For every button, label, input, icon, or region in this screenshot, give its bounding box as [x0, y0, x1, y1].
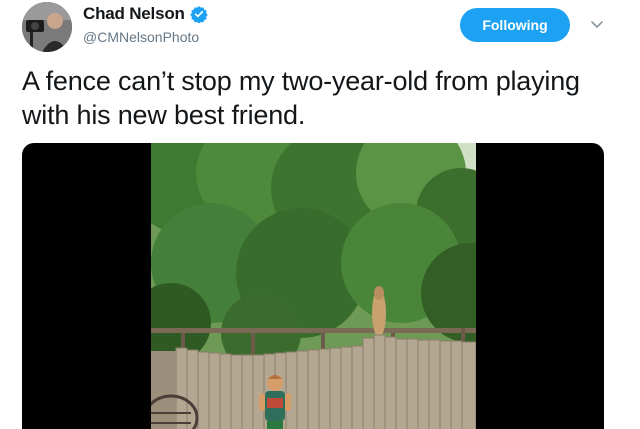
verified-badge-icon: [190, 5, 208, 23]
author-avatar[interactable]: [22, 2, 72, 52]
backyard-scene-image: [151, 143, 476, 429]
tweet-video[interactable]: [22, 143, 604, 429]
video-frame: [151, 143, 476, 429]
author-name-row: Chad Nelson: [83, 4, 208, 24]
chevron-down-icon[interactable]: [589, 16, 605, 32]
tweet-text: A fence can’t stop my two-year-old from …: [22, 66, 580, 130]
camera-operator-avatar-icon: [22, 2, 72, 52]
author-handle[interactable]: @CMNelsonPhoto: [83, 29, 199, 45]
following-button[interactable]: Following: [460, 8, 570, 42]
author-display-name[interactable]: Chad Nelson: [83, 4, 185, 24]
